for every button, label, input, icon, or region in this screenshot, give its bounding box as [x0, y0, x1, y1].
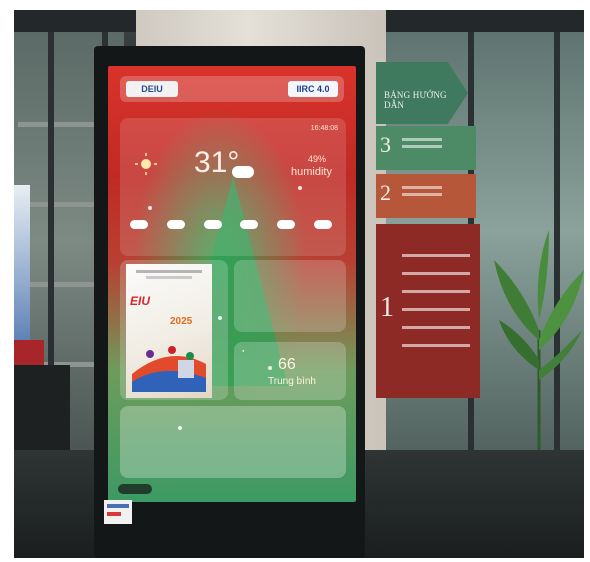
floor-number: 1: [380, 292, 394, 323]
notice-card[interactable]: [120, 406, 346, 478]
sports-illustration: [132, 346, 206, 392]
directory-sign-title: BẢNG HƯỚNG DẪN: [384, 90, 447, 110]
directory-floor-3: 3: [376, 126, 476, 170]
floor-number: 2: [380, 180, 391, 205]
wall-poster: [14, 185, 30, 345]
iirc-logo: IIRC 4.0: [288, 81, 338, 97]
forecast-item: [273, 208, 303, 250]
hourly-forecast: [126, 208, 340, 250]
kiosk-sticker: [104, 500, 132, 524]
cloud-icon: [130, 220, 148, 229]
screen-header: DEIU IIRC 4.0: [120, 76, 344, 102]
potted-plant: [494, 230, 584, 450]
directory-floor-1: 1: [376, 224, 480, 398]
poster-brand: EIU: [130, 294, 151, 308]
cloud-icon: [313, 220, 332, 229]
weather-time: 16:48:08: [310, 125, 338, 132]
poster-year: 2025: [170, 316, 193, 327]
forecast-item: [310, 208, 340, 250]
directory-floor-2: 2: [376, 174, 476, 218]
cloud-icon: [166, 220, 185, 229]
event-poster[interactable]: EIU 2025: [126, 264, 212, 398]
poster-header-line: [136, 270, 202, 273]
forecast-item: [126, 208, 156, 250]
cloud-icon: [240, 220, 259, 229]
cloud-icon: [277, 220, 296, 229]
forecast-item: [236, 208, 266, 250]
cloud-icon: [203, 220, 222, 229]
poster-header-line: [146, 276, 192, 279]
humidity-value: 49%: [307, 154, 326, 164]
aqi-status: Trung bình: [268, 376, 316, 387]
kiosk-screen[interactable]: DEIU IIRC 4.0 16:48:08 31° 49% humidity: [108, 66, 356, 502]
cloud-icon: [232, 166, 254, 178]
aqi-card[interactable]: ● 66 Trung bình: [234, 342, 346, 400]
humidity-label: humidity: [291, 166, 332, 178]
status-badge: [118, 484, 152, 494]
forecast-item: [163, 208, 193, 250]
aqi-value: 66: [278, 356, 296, 373]
eiu-logo: DEIU: [126, 81, 178, 97]
sun-icon: [135, 153, 157, 175]
leaf-icon: ●: [242, 348, 245, 353]
floor-number: 3: [380, 132, 391, 157]
weather-card[interactable]: 16:48:08 31° 49% humidity: [120, 118, 346, 256]
air-quality-card[interactable]: [234, 260, 346, 332]
forecast-item: [200, 208, 230, 250]
